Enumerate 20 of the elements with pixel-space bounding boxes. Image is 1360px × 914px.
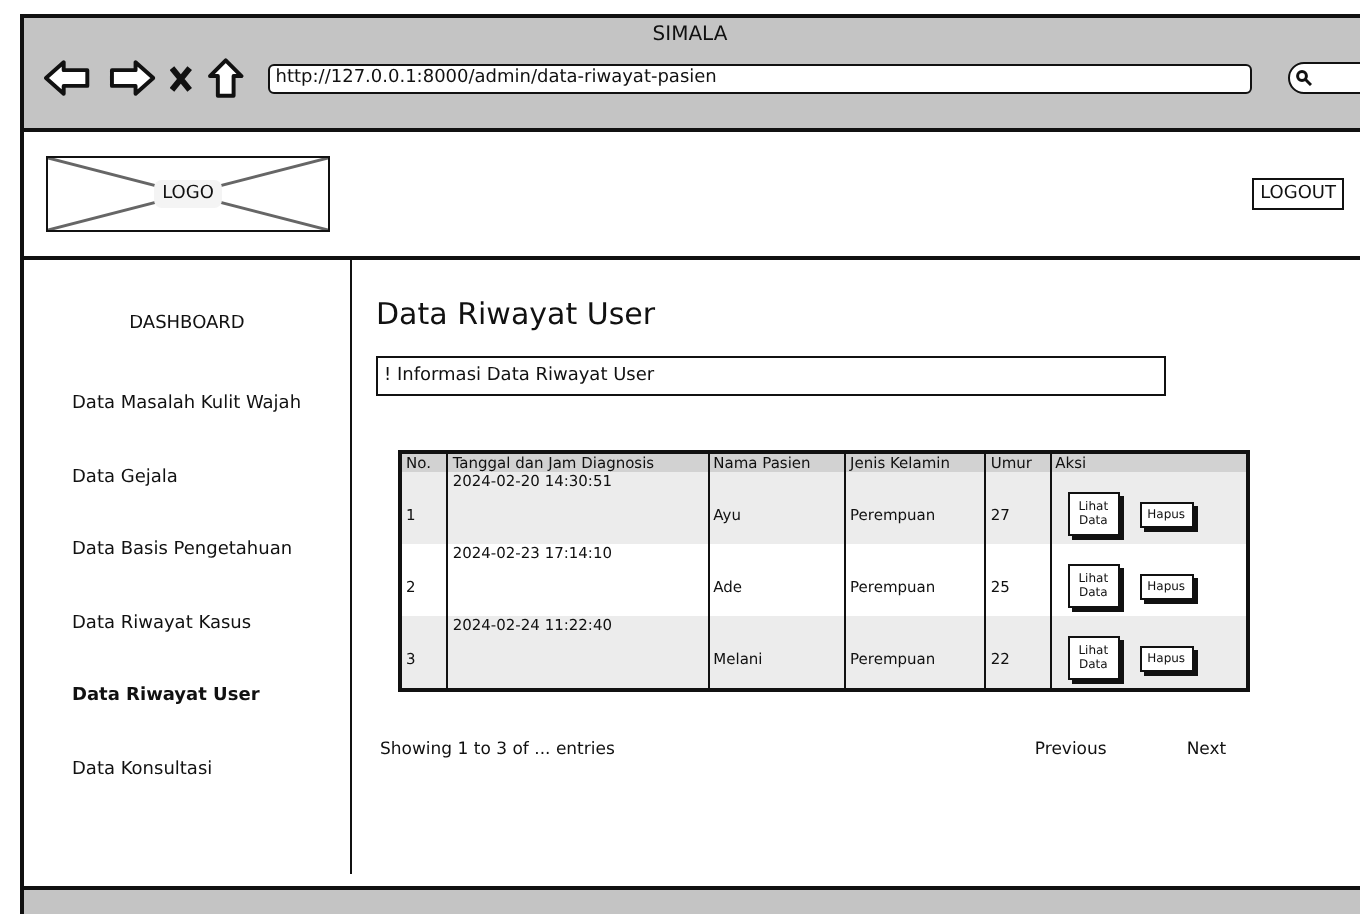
page-title: Data Riwayat User	[376, 296, 658, 332]
sidebar-item[interactable]: Data Konsultasi	[24, 759, 350, 832]
previous-link[interactable]: Previous	[1034, 740, 1107, 760]
back-arrow-icon[interactable]	[44, 60, 92, 96]
logo-label: LOGO	[154, 180, 222, 208]
sidebar-item[interactable]: Data Basis Pengetahuan	[24, 540, 350, 613]
entries-info: Showing 1 to 3 of ... entries	[380, 740, 615, 760]
logout-button[interactable]: LOGOUT	[1252, 178, 1344, 210]
window-title: SIMALA	[650, 24, 730, 46]
sidebar-item[interactable]: DASHBOARD	[24, 314, 350, 394]
info-alert: ! Informasi Data Riwayat User	[376, 356, 1166, 396]
sidebar-item[interactable]: Data Riwayat User	[24, 686, 350, 759]
close-icon[interactable]	[170, 65, 193, 91]
next-link[interactable]: Next	[1186, 740, 1227, 760]
forward-arrow-icon[interactable]	[107, 60, 155, 96]
sidebar-item[interactable]: Data Masalah Kulit Wajah	[24, 394, 350, 467]
search-icon	[1295, 70, 1312, 86]
sidebar-item[interactable]: Data Riwayat Kasus	[24, 613, 350, 686]
sidebar-item[interactable]: Data Gejala	[24, 467, 350, 540]
url-field[interactable]: http://127.0.0.1:8000/admin/data-riwayat-pasien	[267, 63, 1252, 93]
